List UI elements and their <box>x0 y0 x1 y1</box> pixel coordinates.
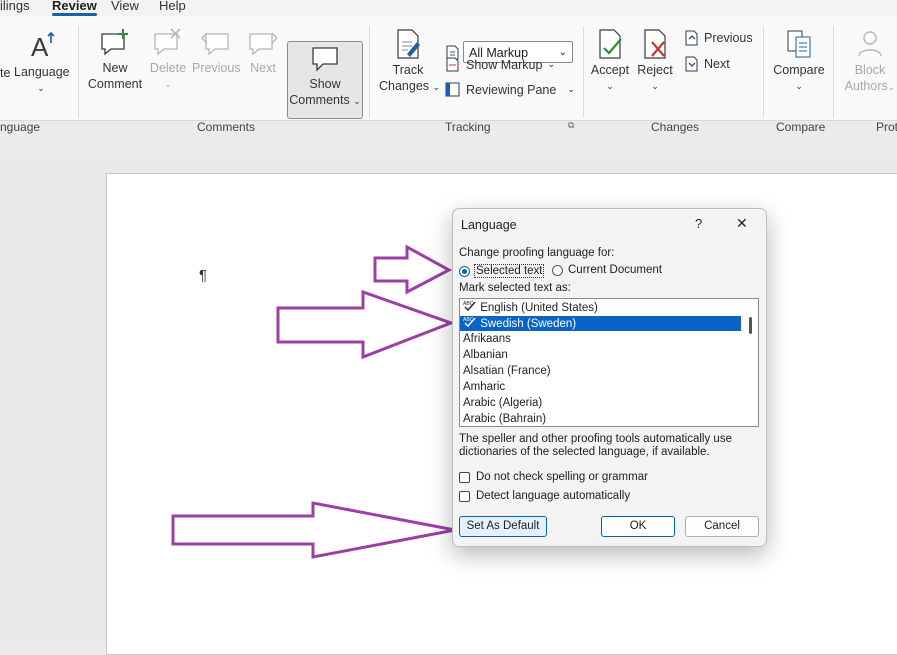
detect-language-label: Detect language automatically <box>476 490 631 502</box>
change-for-label: Change proofing language for: <box>459 247 615 259</box>
language-listbox[interactable]: ABC English (United States) ABC Swedish … <box>459 298 759 427</box>
list-item[interactable]: Afrikaans <box>460 332 741 347</box>
list-item[interactable]: Arabic (Algeria) <box>460 396 741 411</box>
info-text-line-1: The speller and other proofing tools aut… <box>459 433 732 445</box>
arrow-annotation-swedish <box>276 289 456 360</box>
language-item-label: English (United States) <box>480 302 598 314</box>
set-as-default-button[interactable]: Set As Default <box>459 516 547 537</box>
list-item[interactable]: Amharic <box>460 380 741 395</box>
language-item-label: Swedish (Sweden) <box>480 318 577 330</box>
help-button[interactable]: ? <box>695 216 702 231</box>
radio-current-document[interactable]: Current Document <box>552 264 662 276</box>
radio-current-document-label: Current Document <box>568 264 662 276</box>
list-item[interactable]: Arabic (Bahrain) <box>460 412 741 426</box>
detect-language-checkbox[interactable] <box>459 490 470 502</box>
radio-button[interactable] <box>459 265 470 277</box>
no-check-label: Do not check spelling or grammar <box>476 471 648 483</box>
list-item[interactable]: Alsatian (France) <box>460 364 741 379</box>
language-dialog: Language ? ✕ Change proofing language fo… <box>452 208 767 547</box>
close-icon[interactable]: ✕ <box>736 215 748 232</box>
list-item[interactable]: ABC English (United States) <box>460 300 741 315</box>
info-text-line-2: dictionaries of the selected language, i… <box>459 446 710 458</box>
radio-button[interactable] <box>552 264 563 276</box>
spellcheck-icon: ABC <box>463 301 476 312</box>
spellcheck-icon: ABC <box>463 317 476 328</box>
detect-language-checkbox-row[interactable]: Detect language automatically <box>459 490 630 502</box>
no-check-checkbox-row[interactable]: Do not check spelling or grammar <box>459 471 648 483</box>
scrollbar-thumb[interactable] <box>749 317 752 334</box>
cancel-button[interactable]: Cancel <box>685 516 759 537</box>
mark-as-label: Mark selected text as: <box>459 282 571 294</box>
no-check-checkbox[interactable] <box>459 471 470 483</box>
ok-button[interactable]: OK <box>601 516 675 537</box>
dialog-title: Language <box>461 218 517 232</box>
arrow-annotation-set-default <box>171 501 456 559</box>
radio-selected-text[interactable]: Selected text <box>459 264 545 278</box>
radio-selected-text-label: Selected text <box>474 264 545 278</box>
arrow-annotation-selected-text <box>373 244 453 295</box>
list-item-selected[interactable]: ABC Swedish (Sweden) <box>460 316 741 331</box>
list-item[interactable]: Albanian <box>460 348 741 363</box>
